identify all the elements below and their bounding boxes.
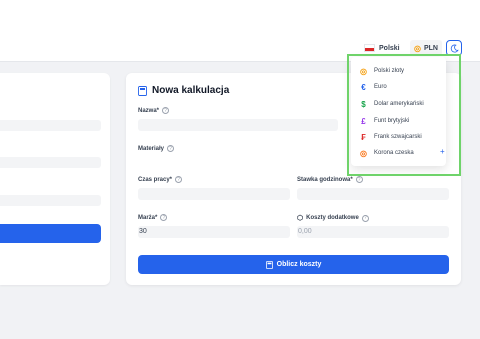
hourly-rate-input[interactable]	[297, 188, 449, 200]
extra-costs-input[interactable]: 0,00	[297, 226, 449, 238]
top-bar: Polski ◎ PLN	[0, 0, 480, 62]
help-icon[interactable]: ?	[162, 107, 170, 114]
work-time-input[interactable]	[138, 188, 290, 200]
materials-label: Materiały ?	[138, 145, 175, 152]
calculator-icon	[138, 85, 147, 96]
materials-label-text: Materiały	[138, 145, 165, 152]
coins-icon: ◎	[414, 43, 421, 53]
name-label-text: Nazwa*	[138, 107, 160, 114]
work-time-label: Czas pracy* ?	[138, 176, 183, 183]
help-icon[interactable]: ?	[160, 214, 168, 221]
work-time-label-text: Czas pracy*	[138, 176, 173, 183]
moon-icon	[450, 44, 459, 52]
calculate-costs-button[interactable]: Oblicz koszty	[138, 255, 449, 274]
left-field-2[interactable]	[0, 157, 101, 168]
extra-costs-label: ⬡ Koszty dodatkowe ?	[297, 214, 369, 222]
help-icon[interactable]: ?	[175, 176, 183, 183]
highlight-box	[347, 54, 461, 176]
language-label: Polski	[379, 44, 400, 52]
help-icon[interactable]: ?	[167, 145, 175, 152]
card-title: Nowa kalkulacja	[138, 85, 229, 96]
name-label: Nazwa* ?	[138, 107, 170, 114]
card-title-text: Nowa kalkulacja	[152, 85, 230, 96]
hourly-rate-label: Stawka godzinowa* ?	[297, 176, 363, 183]
calculate-costs-label: Oblicz koszty	[276, 261, 322, 268]
margin-label-text: Marża*	[138, 214, 158, 221]
help-icon[interactable]: ?	[355, 176, 363, 183]
left-field-3[interactable]	[0, 195, 101, 206]
left-panel	[0, 73, 110, 285]
margin-label: Marża* ?	[138, 214, 168, 221]
calculator-icon	[265, 260, 273, 269]
extra-costs-label-text: Koszty dodatkowe	[306, 215, 359, 221]
margin-input[interactable]: 30	[138, 226, 290, 238]
name-input[interactable]	[138, 119, 338, 131]
left-field-1[interactable]	[0, 120, 101, 131]
help-icon[interactable]: ?	[361, 214, 369, 222]
cube-icon: ⬡	[297, 215, 304, 222]
hourly-rate-label-text: Stawka godzinowa*	[297, 176, 353, 183]
poland-flag-icon	[364, 44, 375, 52]
left-action-button[interactable]	[0, 224, 101, 243]
currency-label: PLN	[423, 44, 438, 52]
